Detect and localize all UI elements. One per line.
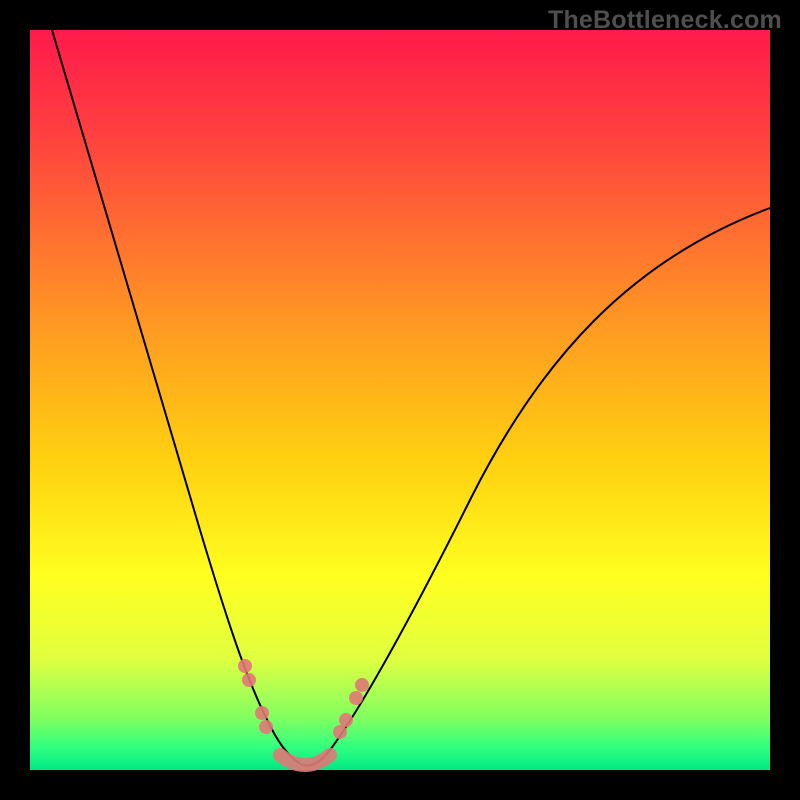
plot-area [30,30,770,770]
curve-svg [30,30,770,770]
chart-frame: TheBottleneck.com [0,0,800,800]
bottleneck-curve [52,30,770,766]
watermark-text: TheBottleneck.com [548,6,782,35]
optimal-zone-markers [238,659,369,765]
